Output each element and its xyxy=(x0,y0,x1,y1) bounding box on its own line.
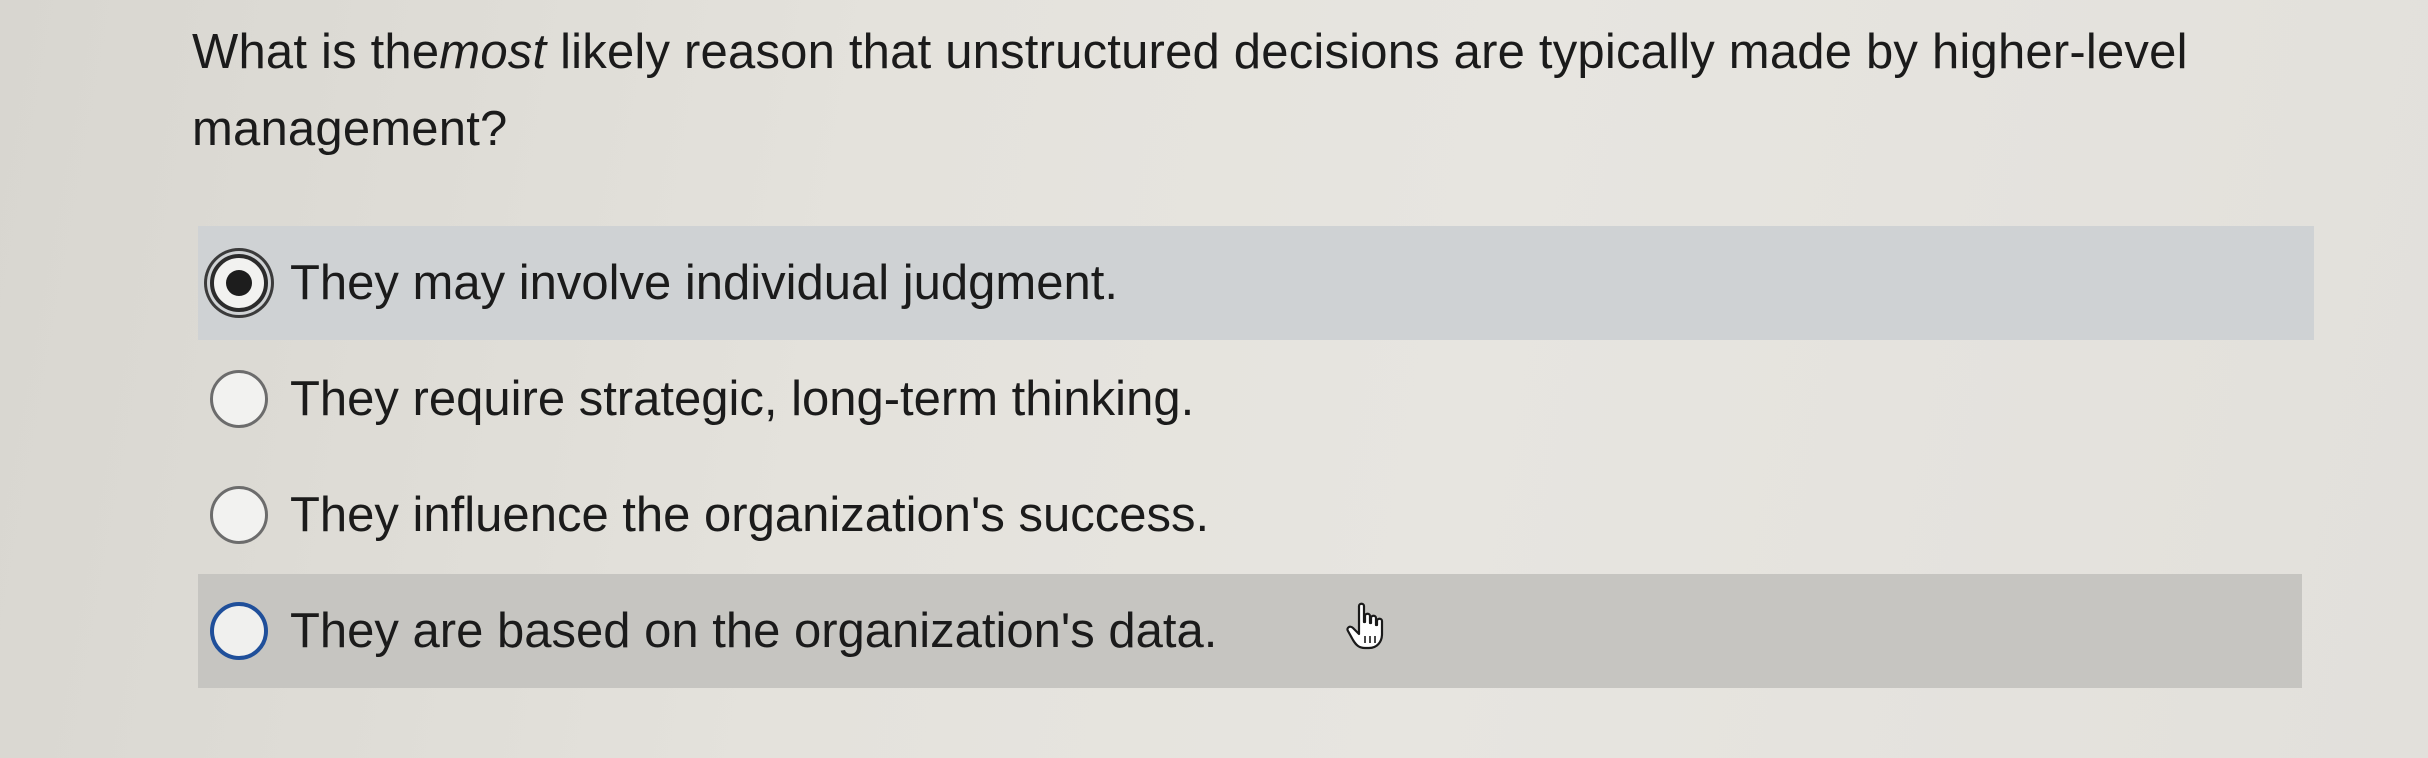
radio-button[interactable] xyxy=(210,370,268,428)
question-text: What is themost likely reason that unstr… xyxy=(192,14,2292,168)
hand-pointer-cursor-icon xyxy=(1346,602,1384,650)
choice-label: They influence the organization's succes… xyxy=(290,488,1210,542)
radio-button-focused[interactable] xyxy=(210,602,268,660)
choice-option-2[interactable]: They require strategic, long-term thinki… xyxy=(198,342,2314,456)
choice-option-3[interactable]: They influence the organization's succes… xyxy=(198,458,2314,572)
choice-label: They require strategic, long-term thinki… xyxy=(290,372,1195,426)
choice-option-1[interactable]: They may involve individual judgment. xyxy=(198,226,2314,340)
question-prefix: What is the xyxy=(192,25,440,79)
radio-button[interactable] xyxy=(210,486,268,544)
choice-label: They are based on the organization's dat… xyxy=(290,604,1218,658)
radio-button-checked[interactable] xyxy=(210,254,268,312)
question-emphasis: most xyxy=(439,25,547,79)
choice-option-4[interactable]: They are based on the organization's dat… xyxy=(198,574,2302,688)
choice-label: They may involve individual judgment. xyxy=(290,256,1118,310)
